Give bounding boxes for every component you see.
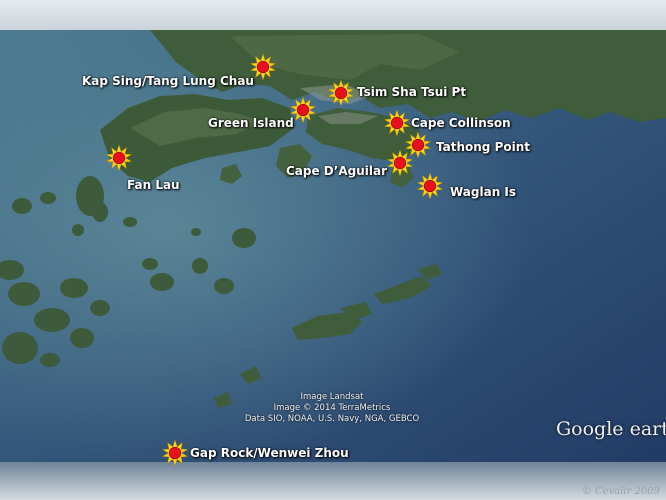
credit-line-2: Image © 2014 TerraMetrics: [273, 403, 391, 413]
label-cape-collinson: Cape Collinson: [411, 116, 511, 130]
marker-fan-lau[interactable]: [105, 144, 133, 172]
marker-cape-daguilar[interactable]: [386, 149, 414, 177]
cloud-band-bottom: [0, 462, 666, 500]
marker-waglan-is[interactable]: [416, 172, 444, 200]
label-tathong-point: Tathong Point: [436, 140, 531, 154]
label-tsim-sha-tsui: Tsim Sha Tsui Pt: [357, 85, 467, 99]
label-cape-daguilar: Cape D’Aguilar: [286, 164, 387, 178]
credit-line-1: Image Landsat: [300, 392, 364, 402]
sky-band-top: [0, 0, 666, 32]
marker-gap-rock[interactable]: [161, 439, 189, 467]
google-earth-logo: Google earth: [556, 418, 666, 440]
label-waglan-is: Waglan Is: [450, 185, 517, 199]
label-gap-rock: Gap Rock/Wenwei Zhou: [190, 446, 349, 460]
credit-line-3: Data SIO, NOAA, U.S. Navy, NGA, GEBCO: [244, 414, 420, 424]
label-kap-sing: Kap Sing/Tang Lung Chau: [82, 74, 254, 88]
author-signature: © Cevalir 2009: [581, 486, 660, 497]
marker-tsim-sha-tsui[interactable]: [327, 79, 355, 107]
imagery-credits: Image Landsat Image © 2014 TerraMetrics …: [232, 392, 432, 425]
label-green-island: Green Island: [208, 116, 294, 130]
marker-kap-sing[interactable]: [249, 53, 277, 81]
map-view[interactable]: Kap Sing/Tang Lung Chau Tsim Sha Tsui Pt…: [0, 0, 666, 500]
label-fan-lau: Fan Lau: [127, 178, 180, 192]
marker-green-island[interactable]: [289, 96, 317, 124]
